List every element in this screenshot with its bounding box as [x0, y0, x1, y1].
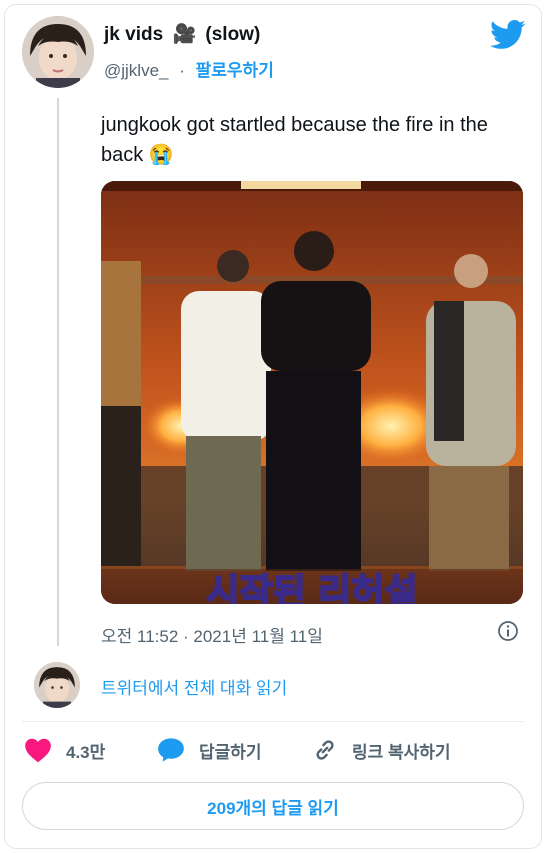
reply-bubble-icon: [158, 738, 184, 762]
divider: [22, 721, 524, 722]
copy-link-button[interactable]: 링크 복사하기: [312, 737, 451, 763]
info-icon[interactable]: [497, 620, 519, 642]
like-count: 4.3만: [66, 742, 106, 762]
user-handle[interactable]: @jjklve_: [104, 61, 169, 80]
link-icon: [316, 740, 334, 760]
tweet-text: jungkook got startled because the fire i…: [101, 110, 521, 170]
tweet-timestamp[interactable]: 오전 11:52 · 2021년 11월 11일: [101, 622, 323, 647]
display-name-suffix: (slow): [205, 24, 261, 45]
read-replies-label: 209개의 답글 읽기: [207, 798, 339, 818]
heart-icon: [25, 738, 51, 763]
follow-button[interactable]: 팔로우하기: [196, 61, 274, 80]
thread-line: [57, 98, 59, 646]
handle-row: @jjklve_ · 팔로우하기: [104, 56, 274, 81]
video-caption: 시작된 리허설: [206, 572, 417, 604]
action-bar: 4.3만 답글하기 링크 복사하기: [0, 737, 548, 767]
display-name[interactable]: jk vids 🎥 (slow): [104, 22, 260, 46]
reply-button[interactable]: 답글하기: [157, 737, 262, 763]
copy-link-label: 링크 복사하기: [352, 742, 451, 762]
separator-dot: ·: [179, 61, 185, 80]
camera-emoji-icon: 🎥: [172, 24, 197, 45]
avatar[interactable]: [22, 16, 94, 88]
twitter-bird-icon[interactable]: [490, 20, 526, 50]
reply-label: 답글하기: [199, 742, 262, 762]
read-conversation-link[interactable]: 트위터에서 전체 대화 읽기: [101, 674, 287, 699]
like-button[interactable]: 4.3만: [24, 737, 105, 763]
read-replies-button[interactable]: 209개의 답글 읽기: [22, 782, 524, 830]
tweet-video[interactable]: 시작된 리허설: [101, 181, 523, 604]
display-name-text: jk vids: [104, 24, 164, 45]
avatar-small: [34, 662, 80, 708]
crying-emoji-icon: 😭: [148, 144, 174, 166]
